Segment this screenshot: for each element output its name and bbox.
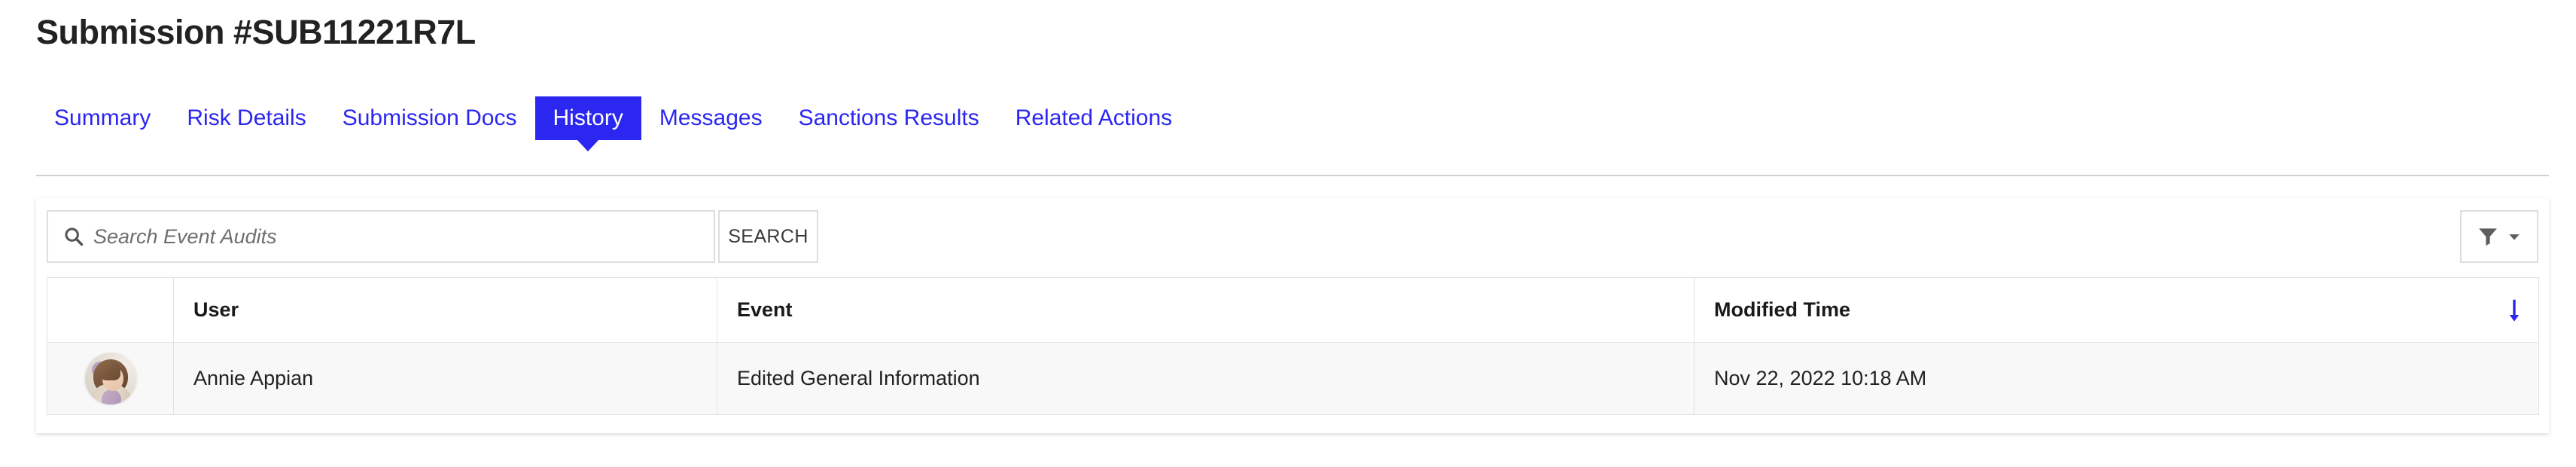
tab-submission-docs[interactable]: Submission Docs — [324, 96, 535, 140]
tab-divider — [36, 175, 2549, 176]
cell-modified-time: Nov 22, 2022 10:18 AM — [1694, 342, 2539, 415]
event-audit-table: User Event Modified Time Annie Appian Ed… — [47, 277, 2539, 415]
column-header-user[interactable]: User — [173, 277, 717, 343]
chevron-down-icon — [2509, 234, 2520, 240]
tab-risk-details[interactable]: Risk Details — [169, 96, 324, 140]
avatar-hair-front — [97, 360, 120, 380]
column-header-event[interactable]: Event — [717, 277, 1694, 343]
tab-sanctions-results[interactable]: Sanctions Results — [781, 96, 997, 140]
cell-user: Annie Appian — [173, 342, 717, 415]
filter-button[interactable] — [2460, 210, 2538, 263]
tab-history[interactable]: History — [534, 96, 641, 151]
avatar-shirt — [101, 389, 121, 404]
table-body: Annie Appian Edited General Information … — [47, 342, 2539, 415]
column-header-modified-time-label: Modified Time — [1714, 298, 1851, 321]
column-header-modified-time[interactable]: Modified Time — [1694, 277, 2539, 343]
page-title: Submission #SUB11221R7L — [36, 13, 476, 51]
cell-event: Edited General Information — [717, 342, 1694, 415]
column-header-avatar — [47, 277, 174, 343]
toolbar: SEARCH — [47, 210, 2538, 263]
tab-history-label: History — [553, 105, 623, 130]
search-field-wrapper[interactable] — [47, 210, 715, 263]
active-tab-pointer — [577, 139, 600, 151]
table-header: User Event Modified Time — [47, 277, 2539, 343]
table-row[interactable]: Annie Appian Edited General Information … — [47, 342, 2539, 415]
cell-avatar — [47, 342, 174, 415]
submission-history-page: Submission #SUB11221R7L Summary Risk Det… — [0, 0, 2576, 467]
history-card: SEARCH User Event — [36, 198, 2549, 433]
search-icon — [65, 227, 84, 246]
tab-summary[interactable]: Summary — [36, 96, 169, 140]
arrow-down-icon[interactable] — [2507, 298, 2522, 323]
search-input[interactable] — [93, 212, 714, 261]
search-button[interactable]: SEARCH — [718, 210, 818, 263]
tab-messages[interactable]: Messages — [641, 96, 781, 140]
tab-related-actions[interactable]: Related Actions — [997, 96, 1190, 140]
table-header-row: User Event Modified Time — [47, 277, 2539, 343]
funnel-icon — [2479, 228, 2497, 246]
tab-bar: Summary Risk Details Submission Docs His… — [36, 96, 1190, 151]
avatar — [84, 353, 136, 404]
